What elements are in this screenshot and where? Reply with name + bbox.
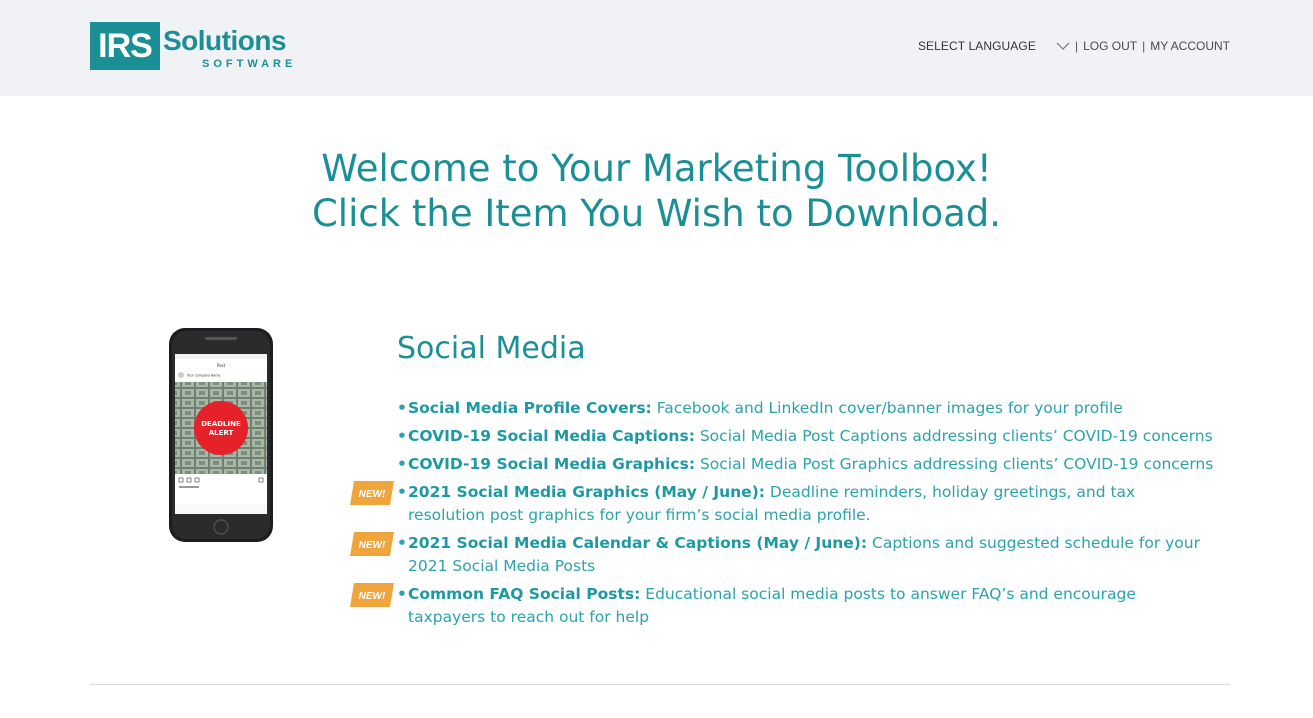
language-selector[interactable]: SELECT LANGUAGE [918,39,1070,53]
download-item[interactable]: • COVID-19 Social Media Captions: Social … [397,425,1217,448]
download-item[interactable]: NEW! • Common FAQ Social Posts: Educationa… [350,583,1217,629]
irs-solutions-logo[interactable]: IRS Solutions SOFTWARE [90,22,292,72]
top-navigation: SELECT LANGUAGE | LOG OUT | MY ACCOUNT [918,38,1230,54]
download-item[interactable]: • Social Media Profile Covers: Facebook a… [397,397,1217,420]
chevron-down-icon [1056,42,1070,50]
phone-alert-line-2: ALERT [209,429,234,437]
nav-separator: | [1074,39,1079,53]
page-title-line-1: Welcome to Your Marketing Toolbox! [321,147,992,190]
divider [90,684,1230,685]
new-badge: NEW! [350,583,394,607]
new-badge-label: NEW! [359,540,386,551]
page-title-line-2: Click the Item You Wish to Download. [311,192,1002,235]
phone-post-label: Post [217,363,226,368]
download-item-link[interactable]: COVID-19 Social Media Captions: [408,427,695,445]
bullet: • [397,534,407,552]
download-item[interactable]: • COVID-19 Social Media Graphics: Social … [397,453,1217,476]
download-item-description: Social Media Post Captions addressing cl… [699,427,1213,445]
download-item-link[interactable]: 2021 Social Media Graphics (May / June): [408,483,765,501]
bullet: • [397,427,407,445]
new-badge-label: NEW! [359,489,386,500]
section-title: Social Media [397,331,586,366]
download-item-description: Facebook and LinkedIn cover/banner image… [656,399,1123,417]
logo-mark: IRS [90,22,160,70]
download-item[interactable]: NEW! • 2021 Social Media Graphics (May / J… [350,481,1217,527]
download-item-link[interactable]: COVID-19 Social Media Graphics: [408,455,695,473]
my-account-link[interactable]: MY ACCOUNT [1150,39,1230,53]
site-header: IRS Solutions SOFTWARE SELECT LANGUAGE |… [0,0,1313,96]
phone-mockup-image: Post Your Company Name DEADLINE ALERT [169,328,273,542]
language-selector-label: SELECT LANGUAGE [917,39,1036,53]
new-badge: NEW! [350,532,394,556]
bullet: • [397,455,407,473]
download-item[interactable]: NEW! • 2021 Social Media Calendar & Captio… [350,532,1217,578]
logo-subtitle: SOFTWARE [202,58,297,70]
download-item-link[interactable]: 2021 Social Media Calendar & Captions (M… [408,534,867,552]
download-list: • Social Media Profile Covers: Facebook a… [350,397,1217,634]
logout-link[interactable]: LOG OUT [1083,39,1137,53]
bullet: • [397,483,407,501]
phone-alert-line-1: DEADLINE [201,420,241,428]
bullet: • [397,585,407,603]
download-item-link[interactable]: Common FAQ Social Posts: [408,585,640,603]
page-title: Welcome to Your Marketing Toolbox! Click… [0,146,1313,236]
phone-company-label: Your Company Name [187,374,220,378]
download-item-description: Social Media Post Graphics addressing cl… [699,455,1214,473]
new-badge-label: NEW! [359,591,386,602]
logo-wordmark: Solutions [163,25,287,56]
nav-separator: | [1142,39,1146,53]
new-badge: NEW! [350,481,394,505]
download-item-link[interactable]: Social Media Profile Covers: [408,399,652,417]
bullet: • [397,399,407,417]
